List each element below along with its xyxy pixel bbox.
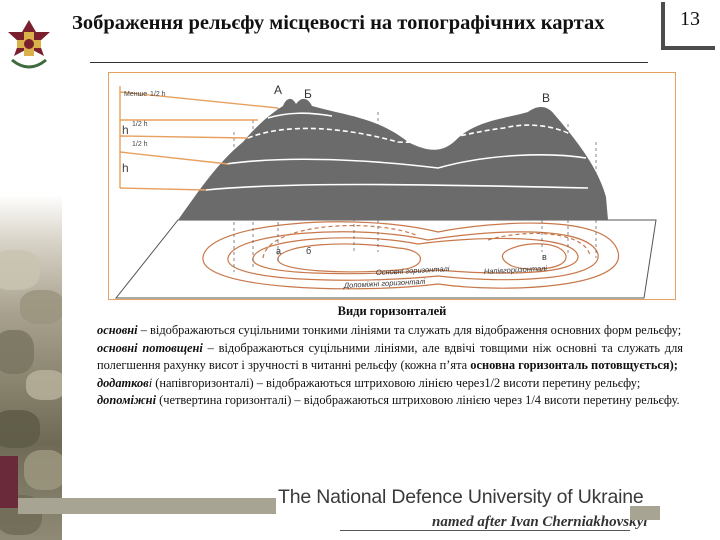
scale-h-label: h bbox=[122, 123, 129, 137]
title-divider bbox=[90, 62, 648, 63]
contour-types-diagram: Менше 1/2 h h 1/2 h 1/2 h h А Б В а б в … bbox=[108, 72, 676, 300]
map-point-a: а bbox=[276, 246, 281, 256]
map-point-v: в bbox=[542, 252, 547, 262]
point-v-label: В bbox=[542, 91, 550, 105]
definition-term: додатков bbox=[97, 375, 149, 390]
page-number-box: 13 bbox=[661, 2, 715, 50]
footer-named-after: named after Ivan Cherniakhovskyi bbox=[432, 514, 648, 530]
definition-additional: додаткові (напівгоризонталі) – відобража… bbox=[97, 375, 683, 393]
definition-term: основні потовщені bbox=[97, 340, 203, 355]
decorative-bar bbox=[0, 456, 18, 508]
page-number: 13 bbox=[680, 8, 700, 30]
scale-half-1: 1/2 h bbox=[132, 121, 148, 128]
definition-thick: основні потовщені – відображаються суціл… bbox=[97, 340, 683, 375]
definition-desc: – відображаються суцільними тонкими ліні… bbox=[137, 323, 682, 337]
definition-term: основні bbox=[97, 323, 138, 337]
scale-h-lower: h bbox=[122, 161, 129, 175]
footer-stripe bbox=[18, 498, 276, 514]
definition-main: основні – відображаються суцільними тонк… bbox=[97, 322, 683, 340]
definition-bold-tail: основна горизонталь потовщується); bbox=[470, 358, 678, 373]
map-point-b: б bbox=[306, 246, 311, 256]
definition-desc: (напівгоризонталі) – відображаються штри… bbox=[152, 375, 641, 390]
footer-university: The National Defence University of Ukrai… bbox=[278, 486, 644, 508]
footer-stripe-right bbox=[630, 506, 660, 520]
slide-title: Зображення рельєфу місцевості на топогра… bbox=[72, 12, 605, 34]
definitions-text: основні – відображаються суцільними тонк… bbox=[97, 322, 683, 410]
definition-desc: (четвертина горизонталі) – відображаютьс… bbox=[156, 393, 680, 408]
scale-less-half-fraction: 1/2 h bbox=[150, 91, 166, 98]
definition-term: допоміжні bbox=[97, 393, 157, 408]
point-a-label: А bbox=[274, 83, 282, 97]
point-b-label: Б bbox=[304, 87, 312, 101]
university-emblem-icon bbox=[8, 20, 50, 69]
scale-half-2: 1/2 h bbox=[132, 141, 148, 148]
diagram-caption: Види горизонталей bbox=[337, 304, 447, 318]
definition-auxiliary: допоміжні (четвертина горизонталі) – від… bbox=[97, 392, 683, 410]
scale-less-half-label: Менше bbox=[124, 91, 147, 98]
